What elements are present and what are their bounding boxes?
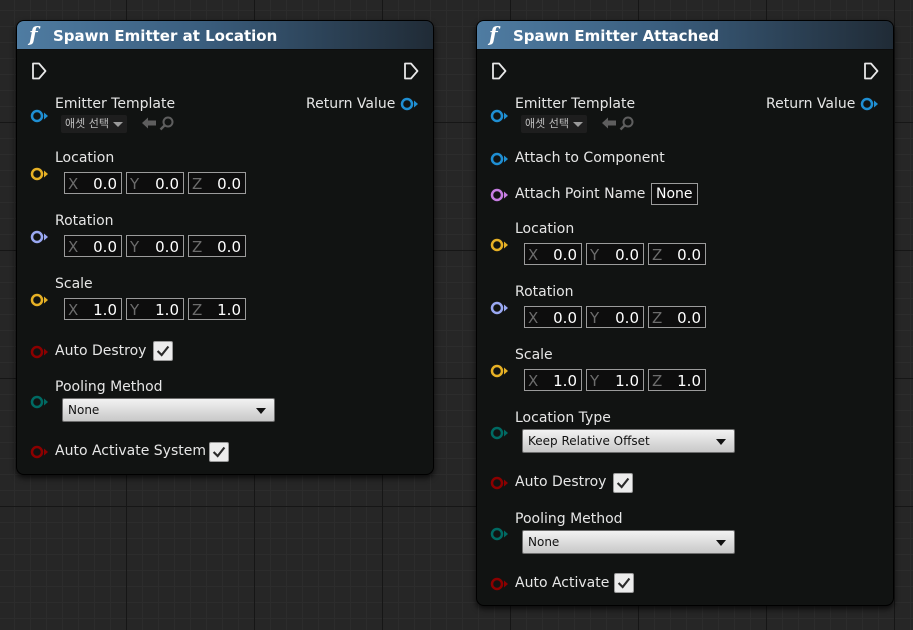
exec-out-pin-icon[interactable] xyxy=(863,62,879,80)
rotation-pin-icon[interactable] xyxy=(29,230,49,244)
node-header[interactable]: f Spawn Emitter at Location xyxy=(17,21,433,50)
location-x-field[interactable]: X 0.0 xyxy=(524,243,582,265)
pooling-method-label: Pooling Method xyxy=(515,511,623,527)
location-y-field[interactable]: Y 0.0 xyxy=(126,172,184,194)
scale-pin-icon[interactable] xyxy=(489,364,509,378)
pooling-method-value: None xyxy=(528,535,560,549)
rotation-z-field[interactable]: Z 0.0 xyxy=(188,235,246,257)
chevron-down-icon xyxy=(112,122,123,127)
scale-z-field[interactable]: Z 1.0 xyxy=(188,298,246,320)
auto-activate-pin-icon[interactable] xyxy=(489,577,509,591)
pooling-method-label: Pooling Method xyxy=(55,379,163,395)
exec-in-pin-icon[interactable] xyxy=(491,62,507,80)
rotation-pin-icon[interactable] xyxy=(489,301,509,315)
auto-activate-pin-icon[interactable] xyxy=(29,445,49,459)
pooling-method-dropdown[interactable]: None xyxy=(522,530,735,554)
pooling-method-value: None xyxy=(68,403,100,417)
exec-out-pin-icon[interactable] xyxy=(403,62,419,80)
emitter-template-pin-icon[interactable] xyxy=(489,109,509,123)
auto-destroy-label: Auto Destroy xyxy=(55,343,147,359)
emitter-template-label: Emitter Template xyxy=(515,96,636,112)
node-header[interactable]: f Spawn Emitter Attached xyxy=(477,21,893,50)
pooling-method-pin-icon[interactable] xyxy=(489,527,509,541)
location-y-field[interactable]: Y 0.0 xyxy=(586,243,644,265)
return-value-label: Return Value xyxy=(766,96,856,112)
scale-vector-input: X 1.0 Y 1.0 Z 1.0 xyxy=(524,369,706,391)
attach-to-component-pin-icon[interactable] xyxy=(489,152,509,166)
spawn-emitter-at-location-node[interactable]: f Spawn Emitter at Location Emitter Temp… xyxy=(16,20,434,475)
location-type-pin-icon[interactable] xyxy=(489,426,509,440)
location-type-dropdown[interactable]: Keep Relative Offset xyxy=(522,429,735,453)
location-z-field[interactable]: Z 0.0 xyxy=(648,243,706,265)
rotation-y-field[interactable]: Y 0.0 xyxy=(126,235,184,257)
location-type-value: Keep Relative Offset xyxy=(528,434,650,448)
rotation-label: Rotation xyxy=(515,284,574,300)
auto-activate-label: Auto Activate xyxy=(515,575,610,591)
auto-destroy-checkbox[interactable] xyxy=(153,341,173,361)
exec-in-pin-icon[interactable] xyxy=(31,62,47,80)
location-vector-input: X 0.0 Y 0.0 Z 0.0 xyxy=(64,172,246,194)
location-label: Location xyxy=(515,221,575,237)
rotation-x-field[interactable]: X 0.0 xyxy=(64,235,122,257)
location-z-field[interactable]: Z 0.0 xyxy=(188,172,246,194)
use-selected-arrow-icon[interactable] xyxy=(601,116,617,130)
location-vector-input: X 0.0 Y 0.0 Z 0.0 xyxy=(524,243,706,265)
auto-destroy-checkbox[interactable] xyxy=(613,473,633,493)
rotation-z-field[interactable]: Z 0.0 xyxy=(648,306,706,328)
location-label: Location xyxy=(55,150,115,166)
rotation-vector-input: X 0.0 Y 0.0 Z 0.0 xyxy=(64,235,246,257)
use-selected-arrow-icon[interactable] xyxy=(141,116,157,130)
chevron-down-icon xyxy=(572,122,583,127)
chevron-down-icon xyxy=(716,439,726,445)
location-type-label: Location Type xyxy=(515,410,611,426)
node-title: Spawn Emitter Attached xyxy=(513,27,720,45)
rotation-vector-input: X 0.0 Y 0.0 Z 0.0 xyxy=(524,306,706,328)
chevron-down-icon xyxy=(716,540,726,546)
browse-search-icon[interactable] xyxy=(159,116,175,132)
asset-picker-text: 애셋 선택 xyxy=(65,117,109,130)
node-title: Spawn Emitter at Location xyxy=(53,27,278,45)
spawn-emitter-attached-node[interactable]: f Spawn Emitter Attached Emitter Templat… xyxy=(476,20,894,606)
attach-point-name-input[interactable]: None xyxy=(651,183,698,205)
auto-activate-checkbox[interactable] xyxy=(614,573,634,593)
return-value-pin-icon[interactable] xyxy=(399,97,419,111)
attach-point-name-label: Attach Point Name xyxy=(515,186,646,202)
location-x-field[interactable]: X 0.0 xyxy=(64,172,122,194)
pooling-method-dropdown[interactable]: None xyxy=(62,398,275,422)
emitter-template-pin-icon[interactable] xyxy=(29,109,49,123)
scale-pin-icon[interactable] xyxy=(29,293,49,307)
attach-to-component-label: Attach to Component xyxy=(515,150,665,166)
asset-picker-text: 애셋 선택 xyxy=(525,117,569,130)
scale-y-field[interactable]: Y 1.0 xyxy=(126,298,184,320)
rotation-y-field[interactable]: Y 0.0 xyxy=(586,306,644,328)
pooling-method-pin-icon[interactable] xyxy=(29,395,49,409)
scale-x-field[interactable]: X 1.0 xyxy=(524,369,582,391)
auto-activate-label: Auto Activate System xyxy=(55,443,206,459)
asset-picker-combo[interactable]: 애셋 선택 xyxy=(61,115,127,133)
browse-search-icon[interactable] xyxy=(619,116,635,132)
chevron-down-icon xyxy=(256,408,266,414)
scale-z-field[interactable]: Z 1.0 xyxy=(648,369,706,391)
auto-destroy-label: Auto Destroy xyxy=(515,474,607,490)
function-icon: f xyxy=(29,22,38,46)
scale-label: Scale xyxy=(55,276,93,292)
auto-destroy-pin-icon[interactable] xyxy=(489,476,509,490)
location-pin-icon[interactable] xyxy=(489,238,509,252)
function-icon: f xyxy=(489,22,498,46)
emitter-template-label: Emitter Template xyxy=(55,96,176,112)
scale-x-field[interactable]: X 1.0 xyxy=(64,298,122,320)
scale-label: Scale xyxy=(515,347,553,363)
attach-point-name-pin-icon[interactable] xyxy=(489,188,509,202)
scale-vector-input: X 1.0 Y 1.0 Z 1.0 xyxy=(64,298,246,320)
return-value-pin-icon[interactable] xyxy=(859,97,879,111)
location-pin-icon[interactable] xyxy=(29,167,49,181)
rotation-label: Rotation xyxy=(55,213,114,229)
rotation-x-field[interactable]: X 0.0 xyxy=(524,306,582,328)
asset-picker-combo[interactable]: 애셋 선택 xyxy=(521,115,587,133)
auto-destroy-pin-icon[interactable] xyxy=(29,345,49,359)
return-value-label: Return Value xyxy=(306,96,396,112)
auto-activate-checkbox[interactable] xyxy=(209,442,229,462)
scale-y-field[interactable]: Y 1.0 xyxy=(586,369,644,391)
